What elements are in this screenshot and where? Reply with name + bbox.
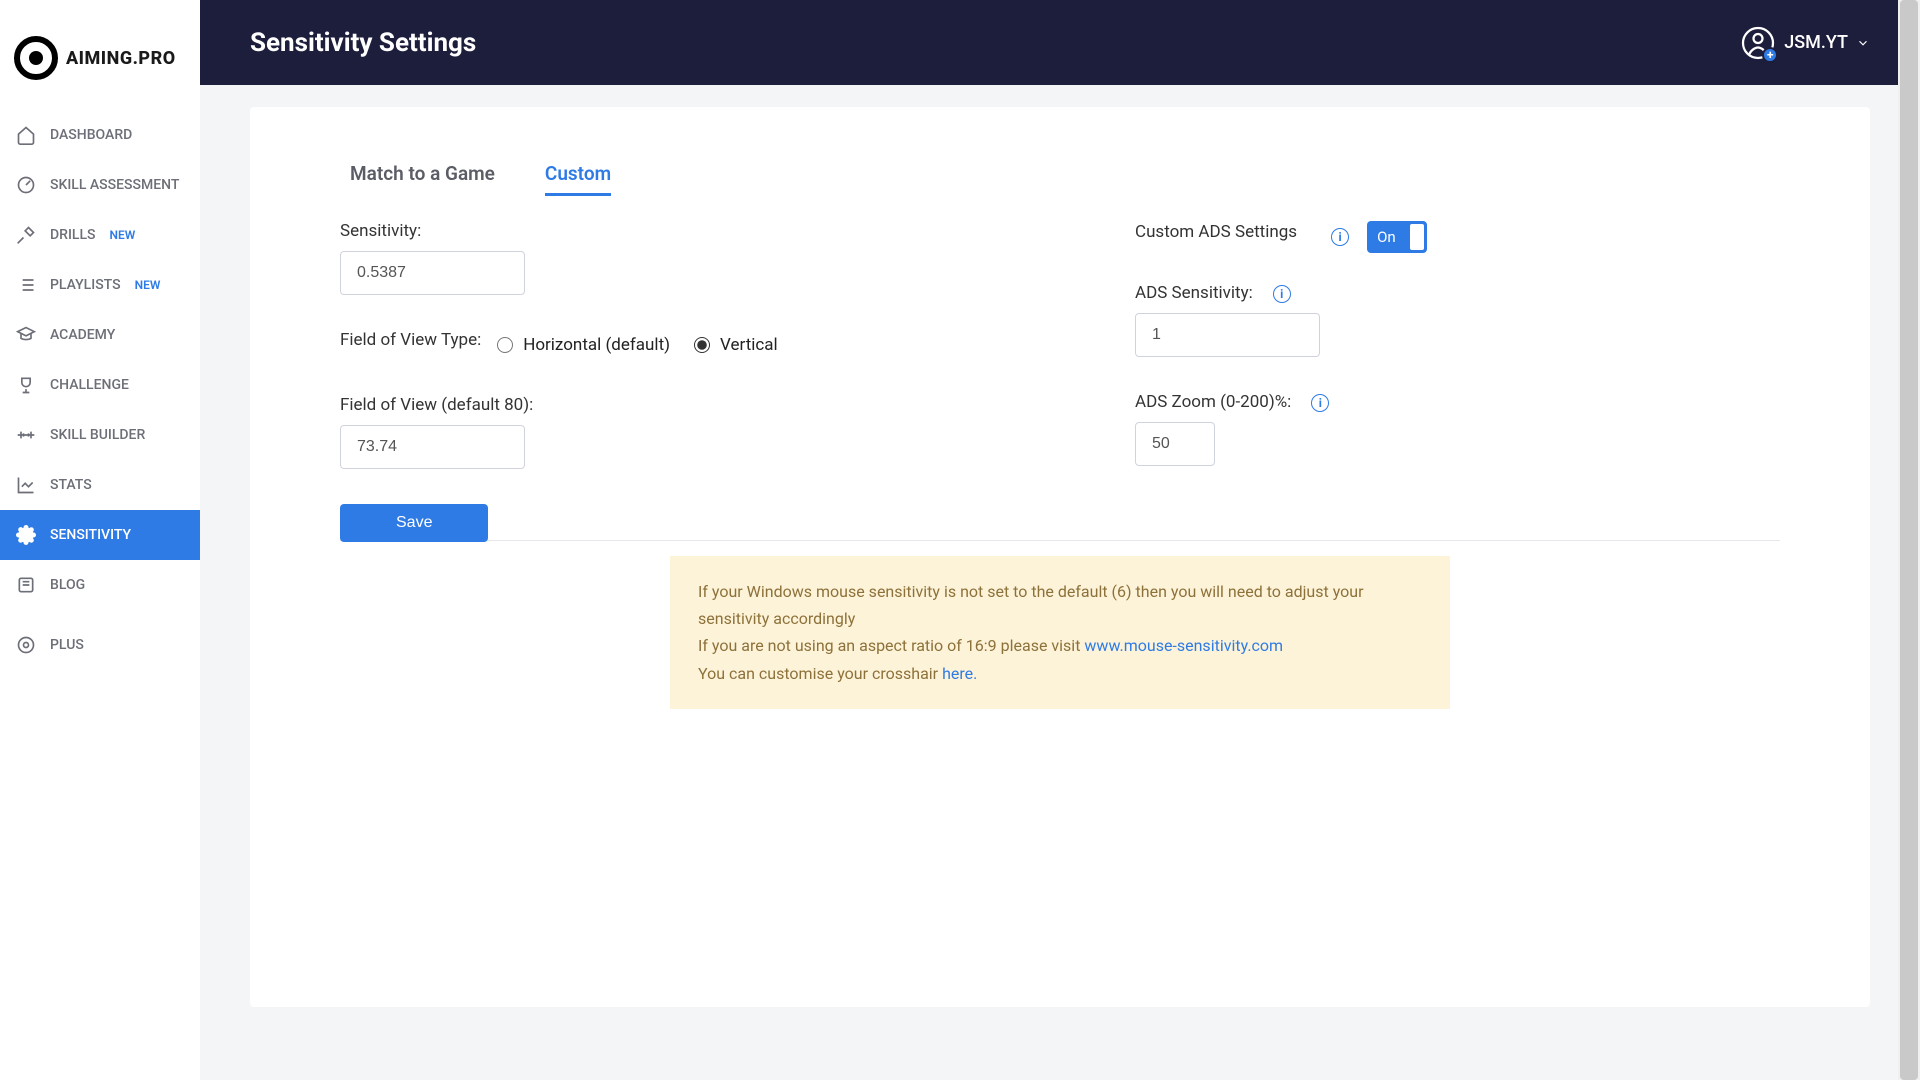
sidebar-item-label: DASHBOARD <box>50 127 132 143</box>
sidebar: AIMING.PRO DASHBOARD SKILL ASSESSMENT DR… <box>0 0 200 1080</box>
settings-card: Match to a Game Custom Sensitivity: Fiel… <box>250 107 1870 1007</box>
sidebar-item-label: ACADEMY <box>50 327 115 343</box>
sidebar-item-plus[interactable]: PLUS <box>0 620 200 670</box>
barbell-icon <box>16 425 36 445</box>
sidebar-item-drills[interactable]: DRILLS NEW <box>0 210 200 260</box>
sidebar-item-label: STATS <box>50 477 92 493</box>
ads-zoom-label: ADS Zoom (0-200)%: <box>1135 392 1291 412</box>
field-fov-type: Field of View Type: Horizontal (default)… <box>340 330 985 360</box>
tab-match-to-game[interactable]: Match to a Game <box>350 162 495 196</box>
fov-type-horizontal-label: Horizontal (default) <box>523 335 670 355</box>
toggle-state: On <box>1377 228 1396 246</box>
sidebar-item-label: SENSITIVITY <box>50 527 131 543</box>
sidebar-item-label: DRILLS <box>50 227 96 243</box>
sidebar-item-label: SKILL BUILDER <box>50 427 145 443</box>
sidebar-item-academy[interactable]: ACADEMY <box>0 310 200 360</box>
topbar: Sensitivity Settings + JSM.YT <box>200 0 1920 85</box>
brand-logo[interactable]: AIMING.PRO <box>0 0 200 110</box>
save-button[interactable]: Save <box>340 504 488 542</box>
info-icon[interactable]: i <box>1273 285 1291 303</box>
tools-icon <box>16 225 36 245</box>
notice-line3: You can customise your crosshair here. <box>698 660 1422 687</box>
fov-type-vertical-label: Vertical <box>720 335 778 355</box>
sidebar-item-dashboard[interactable]: DASHBOARD <box>0 110 200 160</box>
home-icon <box>16 125 36 145</box>
toggle-knob <box>1410 224 1424 250</box>
info-icon[interactable]: i <box>1331 228 1349 246</box>
field-fov: Field of View (default 80): <box>340 395 985 469</box>
user-menu[interactable]: + JSM.YT <box>1740 25 1870 61</box>
trophy-icon <box>16 375 36 395</box>
book-icon <box>16 575 36 595</box>
custom-ads-toggle[interactable]: On <box>1367 221 1427 253</box>
sidebar-item-label: SKILL ASSESSMENT <box>50 177 179 193</box>
avatar-icon: + <box>1740 25 1776 61</box>
gauge-icon <box>16 175 36 195</box>
sidebar-item-label: CHALLENGE <box>50 377 129 393</box>
sidebar-item-sensitivity[interactable]: SENSITIVITY <box>0 510 200 560</box>
field-custom-ads: Custom ADS Settings i On <box>1135 221 1780 253</box>
target-icon <box>14 36 58 80</box>
crosshair-link[interactable]: here. <box>942 664 977 683</box>
fov-label: Field of View (default 80): <box>340 395 985 415</box>
brand-text: AIMING.PRO <box>66 48 176 69</box>
notice-line2: If you are not using an aspect ratio of … <box>698 632 1422 659</box>
scrollbar-thumb[interactable] <box>1900 0 1918 1080</box>
sidebar-nav: DASHBOARD SKILL ASSESSMENT DRILLS NEW PL… <box>0 110 200 670</box>
sidebar-item-blog[interactable]: BLOG <box>0 560 200 610</box>
graduation-cap-icon <box>16 325 36 345</box>
plus-icon: + <box>1762 47 1778 63</box>
sidebar-item-skill-builder[interactable]: SKILL BUILDER <box>0 410 200 460</box>
notice-line3-text: You can customise your crosshair <box>698 664 942 683</box>
notice-line1: If your Windows mouse sensitivity is not… <box>698 578 1422 632</box>
chevron-down-icon <box>1856 36 1870 50</box>
sidebar-item-label: PLAYLISTS <box>50 277 121 293</box>
fov-type-label: Field of View Type: <box>340 330 481 350</box>
sidebar-item-label: PLUS <box>50 637 84 653</box>
info-icon[interactable]: i <box>1311 394 1329 412</box>
new-badge: NEW <box>135 278 161 292</box>
fov-type-horizontal-radio[interactable] <box>497 337 513 353</box>
target-plus-icon <box>16 635 36 655</box>
field-sensitivity: Sensitivity: <box>340 221 985 295</box>
sidebar-item-playlists[interactable]: PLAYLISTS NEW <box>0 260 200 310</box>
gear-icon <box>16 525 36 545</box>
fov-input[interactable] <box>340 425 525 469</box>
tab-custom[interactable]: Custom <box>545 162 611 196</box>
sensitivity-label: Sensitivity: <box>340 221 985 241</box>
tabs: Match to a Game Custom <box>340 162 1780 196</box>
ads-sensitivity-input[interactable] <box>1135 313 1320 357</box>
field-ads-zoom: ADS Zoom (0-200)%: i <box>1135 392 1780 466</box>
sidebar-item-challenge[interactable]: CHALLENGE <box>0 360 200 410</box>
page-title: Sensitivity Settings <box>250 28 476 58</box>
field-ads-sensitivity: ADS Sensitivity: i <box>1135 283 1780 357</box>
sidebar-item-skill-assessment[interactable]: SKILL ASSESSMENT <box>0 160 200 210</box>
ads-sensitivity-label: ADS Sensitivity: <box>1135 283 1253 303</box>
sidebar-item-label: BLOG <box>50 577 85 593</box>
scrollbar[interactable] <box>1898 0 1920 1080</box>
mouse-sensitivity-link[interactable]: www.mouse-sensitivity.com <box>1084 636 1283 655</box>
sidebar-item-stats[interactable]: STATS <box>0 460 200 510</box>
new-badge: NEW <box>110 228 136 242</box>
fov-type-vertical-radio[interactable] <box>694 337 710 353</box>
ads-zoom-input[interactable] <box>1135 422 1215 466</box>
list-icon <box>16 275 36 295</box>
username: JSM.YT <box>1784 32 1848 53</box>
custom-ads-label: Custom ADS Settings <box>1135 222 1297 242</box>
chart-icon <box>16 475 36 495</box>
notice-box: If your Windows mouse sensitivity is not… <box>670 556 1450 709</box>
notice-line2-text: If you are not using an aspect ratio of … <box>698 636 1084 655</box>
sensitivity-input[interactable] <box>340 251 525 295</box>
